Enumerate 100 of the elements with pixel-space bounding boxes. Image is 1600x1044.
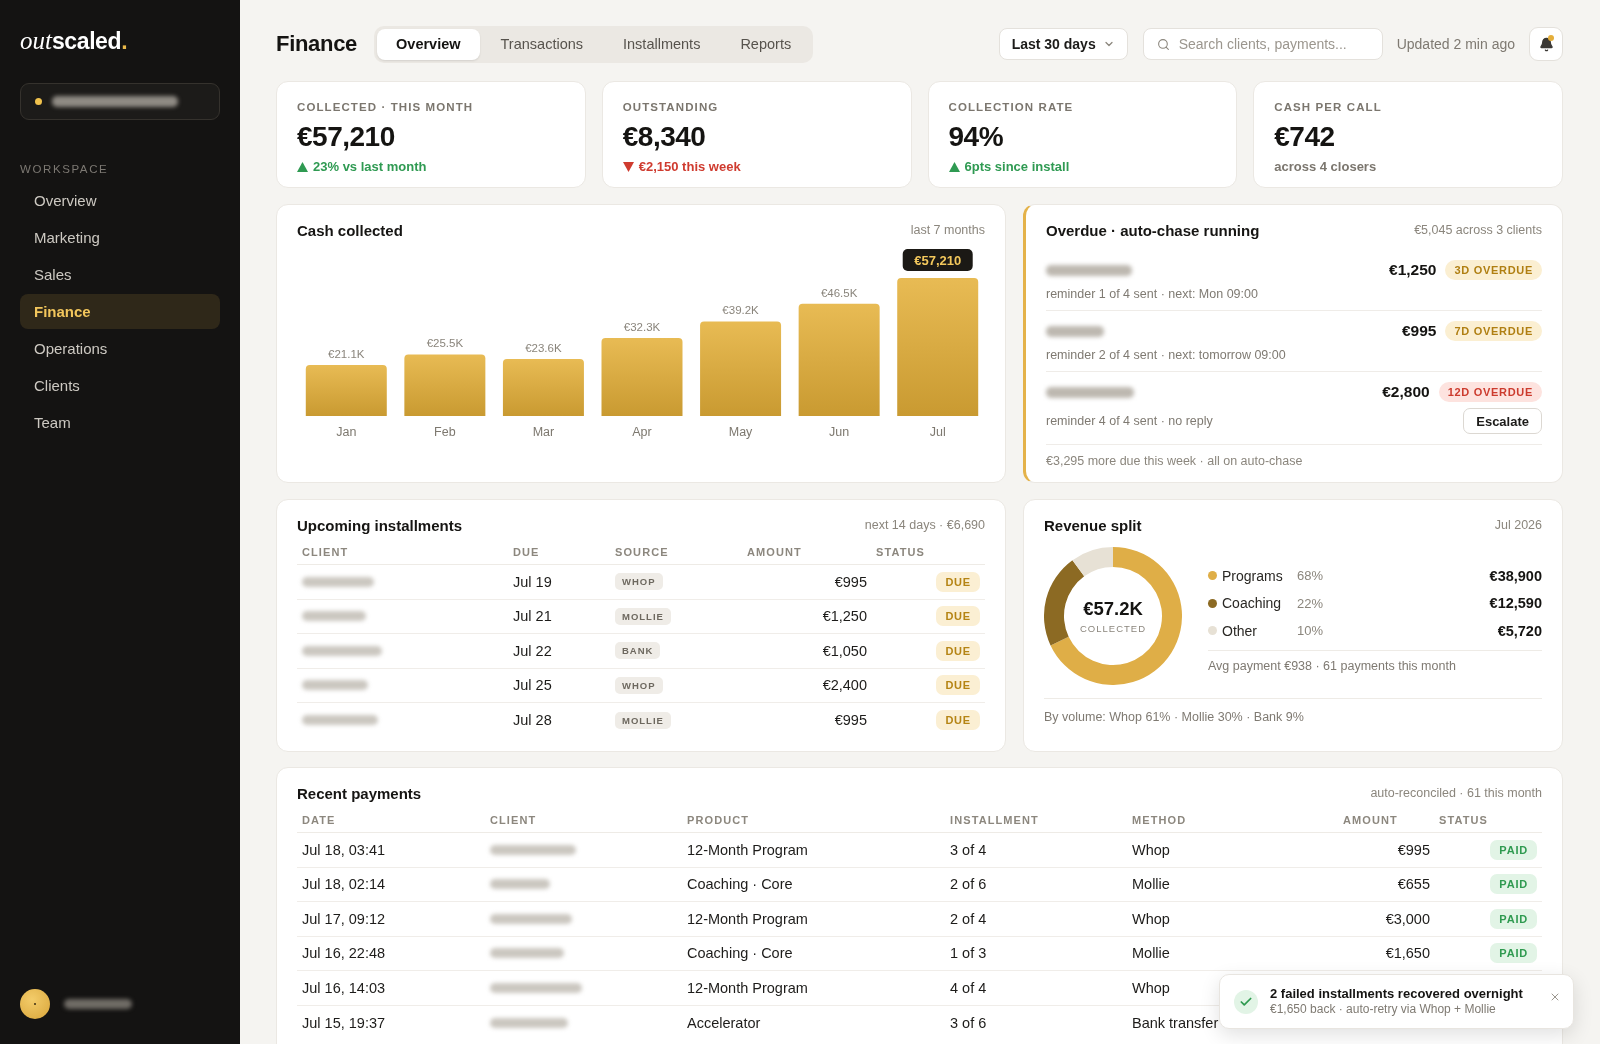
volume-note: By volume: Whop 61% · Mollie 30% · Bank 9% (1044, 709, 1304, 725)
triangle-up-icon (297, 161, 308, 172)
legend-share: 10% (1297, 623, 1324, 639)
escalate-button[interactable]: Escalate (1463, 408, 1542, 434)
date-range-dropdown[interactable]: Last 30 days (998, 28, 1128, 60)
legend-label: Coaching (1222, 595, 1282, 612)
kpi-delta: across 4 closers (1274, 159, 1377, 174)
status-pill: DUE (936, 710, 980, 731)
updated-time: Updated 2 min ago (1396, 36, 1515, 52)
legend-share: 22% (1297, 595, 1324, 611)
table-cell: 4 of 4 (950, 979, 987, 996)
triangle-down-icon (622, 161, 634, 172)
bell-icon (1538, 36, 1554, 52)
status-pill: PAID (1490, 874, 1537, 895)
bar-value-label: €32.3K (623, 321, 661, 334)
table-cell: Jul 16, 22:48 (302, 945, 386, 962)
kpi-delta: €2,150 this week (638, 159, 741, 174)
table-cell: Jul 28 (513, 712, 552, 729)
nav-item[interactable]: Clients (20, 368, 220, 403)
source-tag: WHOP (615, 676, 663, 694)
overdue-badge: 3D OVERDUE (1445, 260, 1542, 280)
overdue-badge: 7D OVERDUE (1445, 321, 1542, 341)
source-tag: MOLLIE (615, 711, 671, 729)
table-cell: €2,400 (822, 677, 867, 694)
card-title: Revenue split (1044, 516, 1142, 534)
legend-amount: €5,720 (1497, 622, 1542, 639)
legend-amount: €38,900 (1489, 567, 1542, 584)
card-meta: auto-reconciled · 61 this month (1370, 786, 1542, 800)
toast-title: 2 failed installments recovered overnight (1270, 986, 1523, 1002)
kpi-value: €742 (1274, 121, 1335, 153)
axis-label: Feb (434, 425, 456, 439)
status-pill: PAID (1490, 943, 1537, 964)
table-cell: 3 of 4 (950, 841, 987, 858)
bar-value-label: €46.5K (820, 286, 858, 299)
tab[interactable]: Reports (721, 28, 811, 60)
axis-label: Jul (929, 425, 946, 439)
kpi-delta: 6pts since install (964, 159, 1070, 174)
nav-item[interactable]: Operations (20, 331, 220, 366)
legend-label: Other (1222, 622, 1257, 639)
table-cell: Whop (1132, 979, 1170, 996)
nav-item[interactable]: Sales (20, 257, 220, 292)
nav-item[interactable]: Finance (20, 294, 220, 329)
table-cell: Jul 18, 02:14 (302, 876, 386, 893)
status-dot-icon (35, 98, 42, 105)
column-header: AMOUNT (1342, 814, 1398, 828)
card-title: Cash collected (297, 221, 403, 239)
table-cell: 12-Month Program (687, 910, 808, 927)
table-cell: Accelerator (687, 1014, 761, 1031)
overdue-amount: €995 (1402, 322, 1437, 340)
legend-amount: €12,590 (1489, 595, 1542, 612)
status-pill: DUE (936, 606, 980, 627)
section-label: WORKSPACE (20, 163, 109, 176)
overdue-badge: 12D OVERDUE (1438, 382, 1542, 402)
card-meta: Jul 2026 (1494, 518, 1542, 532)
nav-item[interactable]: Team (20, 405, 220, 440)
reminder-note: reminder 4 of 4 sent · no reply (1046, 414, 1213, 428)
nav-item[interactable]: Overview (20, 183, 220, 218)
column-header: CLIENT (489, 814, 537, 828)
overdue-amount: €2,800 (1382, 383, 1430, 401)
notifications-button[interactable] (1529, 27, 1563, 61)
table-cell: 2 of 4 (950, 910, 987, 927)
close-icon (1549, 991, 1561, 1003)
kpi-label: COLLECTED · THIS MONTH (297, 100, 474, 114)
kpi-value: €57,210 (297, 121, 395, 153)
overdue-amount: €1,250 (1389, 261, 1437, 279)
status-pill: DUE (936, 640, 980, 661)
bar-value-label: €21.1K (328, 348, 365, 361)
axis-label: May (728, 425, 753, 439)
table-cell: Mollie (1132, 876, 1170, 893)
table-cell: 2 of 6 (950, 876, 987, 893)
axis-label: Mar (532, 425, 555, 439)
column-header: INSTALLMENT (949, 814, 1039, 828)
bar-value-label: €39.2K (722, 304, 759, 317)
bar-value-label: €25.5K (426, 337, 464, 350)
table-cell: €995 (834, 573, 867, 590)
tab[interactable]: Overview (377, 28, 480, 60)
column-header: DATE (301, 814, 336, 828)
avatar-icon[interactable] (20, 989, 50, 1019)
axis-label: Jun (829, 425, 850, 439)
kpi-label: OUTSTANDING (622, 100, 719, 114)
data-label: €57,210 (914, 252, 962, 268)
tab[interactable]: Transactions (481, 28, 602, 60)
toast-message: €1,650 back · auto-retry via Whop + Mollie (1270, 1002, 1496, 1017)
table-cell: €655 (1397, 876, 1430, 893)
table-cell: 3 of 6 (950, 1014, 987, 1031)
workspace-switcher[interactable] (20, 83, 220, 120)
logo: outscaled. (20, 28, 128, 54)
table-cell: Whop (1132, 910, 1170, 927)
search-field[interactable]: Search clients, payments... (1142, 28, 1383, 60)
column-header: METHOD (1131, 814, 1187, 828)
source-tag: WHOP (615, 573, 663, 591)
card-title: Overdue · auto-chase running (1046, 221, 1260, 239)
tab[interactable]: Installments (604, 28, 720, 60)
column-header: DUE (512, 546, 540, 560)
nav-item[interactable]: Marketing (20, 220, 220, 255)
table-cell: €1,650 (1385, 945, 1430, 962)
kpi-delta: 23% vs last month (313, 159, 427, 174)
average-note: Avg payment €938 · 61 payments this month (1208, 657, 1456, 674)
check-icon (1234, 989, 1258, 1014)
close-button[interactable] (1549, 991, 1561, 1003)
